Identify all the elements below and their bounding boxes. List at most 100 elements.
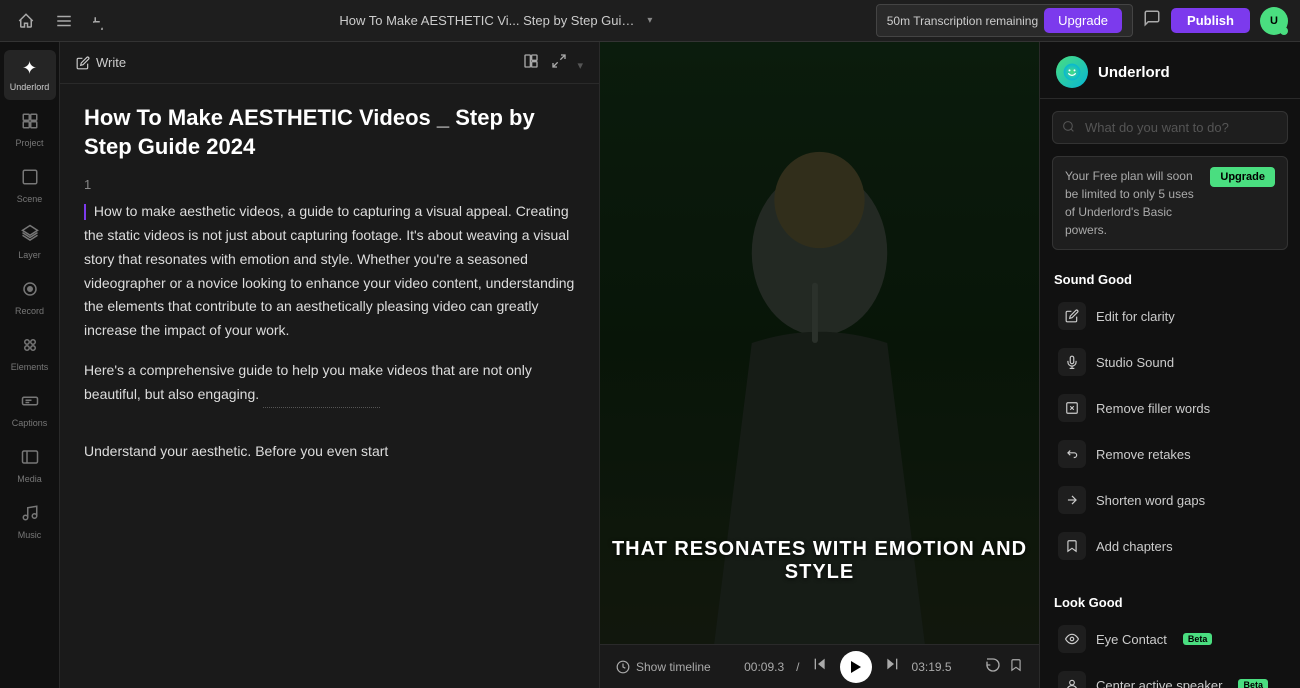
feature-add-chapters[interactable]: Add chapters [1044,523,1296,569]
sidebar-item-elements[interactable]: Elements [4,328,56,380]
transcription-badge: 50m Transcription remaining Upgrade [876,4,1133,37]
feature-eye-contact[interactable]: Eye Contact Beta [1044,616,1296,662]
undo-button[interactable] [88,7,116,35]
topbar-left [12,7,116,35]
search-input[interactable] [1052,111,1288,144]
sidebar-item-label: Record [15,306,44,316]
add-chapters-label: Add chapters [1096,539,1173,554]
notification-button[interactable] [1143,9,1161,32]
sidebar-item-label: Captions [12,418,48,428]
underlord-title: Underlord [1098,64,1170,81]
show-timeline-label: Show timeline [636,660,711,674]
search-box [1052,111,1288,144]
sidebar-item-label: Underlord [10,82,50,92]
sidebar-item-underlord[interactable]: ✦ Underlord [4,50,56,100]
topbar: How To Make AESTHETIC Vi... Step by Step… [0,0,1300,42]
show-timeline-button[interactable]: Show timeline [616,660,711,674]
expand-icon[interactable] [547,49,571,76]
scene-icon [21,168,39,191]
center-speaker-icon [1058,671,1086,688]
feature-shorten-gaps[interactable]: Shorten word gaps [1044,477,1296,523]
write-label: Write [96,55,126,70]
chevron-icon: ▾ [577,60,583,72]
video-area: THAT RESONATES WITH EMOTION AND STYLE [600,42,1039,644]
upgrade-notice-button[interactable]: Upgrade [1210,167,1275,187]
sidebar-item-layer[interactable]: Layer [4,216,56,268]
video-player-controls: Show timeline 00:09.3 / 03:19.5 [600,644,1039,688]
sidebar-item-label: Layer [18,250,41,260]
player-right [985,657,1023,676]
edit-clarity-label: Edit for clarity [1096,309,1175,324]
script-toolbar-right: ▾ [519,49,583,76]
upgrade-button[interactable]: Upgrade [1044,8,1122,33]
elements-icon [21,336,39,359]
skip-forward-button[interactable] [884,656,900,677]
layout-toggle[interactable] [519,49,543,76]
rewind-icon-button[interactable] [985,657,1001,676]
project-title: How To Make AESTHETIC Vi... Step by Step… [339,13,639,28]
upgrade-notice-text: Your Free plan will soon be limited to o… [1065,167,1202,239]
script-paragraph-3: Understand your aesthetic. Before you ev… [84,440,575,464]
section-number: 1 [84,177,575,192]
project-icon [21,112,39,135]
home-button[interactable] [12,7,40,35]
upgrade-notice: Your Free plan will soon be limited to o… [1052,156,1288,250]
script-panel: Write ▾ How To Make AESTHETIC Videos _ S… [60,42,600,688]
look-good-title: Look Good [1040,585,1300,616]
sidebar-item-music[interactable]: Music [4,496,56,548]
shorten-gaps-icon [1058,486,1086,514]
main-content: ✦ Underlord Project Scene Layer Record [0,42,1300,688]
center-speaker-beta-badge: Beta [1238,679,1268,688]
skip-back-button[interactable] [812,656,828,677]
sidebar-item-label: Project [15,138,43,148]
feature-edit-clarity[interactable]: Edit for clarity [1044,293,1296,339]
sidebar-item-media[interactable]: Media [4,440,56,492]
shorten-gaps-label: Shorten word gaps [1096,493,1205,508]
text-cursor [84,204,86,220]
avatar: U [1260,7,1288,35]
script-content: How To Make AESTHETIC Videos _ Step by S… [60,84,599,688]
write-button[interactable]: Write [76,55,126,70]
script-toolbar: Write ▾ [60,42,599,84]
feature-remove-retakes[interactable]: Remove retakes [1044,431,1296,477]
time-total: 03:19.5 [912,660,952,674]
right-sidebar: Underlord Your Free plan will soon be li… [1040,42,1300,688]
time-current: 00:09.3 [744,660,784,674]
feature-center-speaker[interactable]: Center active speaker Beta [1044,662,1296,688]
studio-sound-label: Studio Sound [1096,355,1174,370]
script-toolbar-left: Write [76,55,126,70]
sidebar-item-label: Music [18,530,42,540]
topbar-right: 50m Transcription remaining Upgrade Publ… [876,4,1288,37]
dotted-line [263,383,380,408]
feature-remove-filler[interactable]: Remove filler words [1044,385,1296,431]
eye-contact-label: Eye Contact [1096,632,1167,647]
topbar-center: How To Make AESTHETIC Vi... Step by Step… [339,13,652,28]
sidebar-item-captions[interactable]: Captions [4,384,56,436]
sidebar-item-project[interactable]: Project [4,104,56,156]
publish-button[interactable]: Publish [1171,8,1250,33]
left-sidebar: ✦ Underlord Project Scene Layer Record [0,42,60,688]
remove-filler-label: Remove filler words [1096,401,1210,416]
video-panel: THAT RESONATES WITH EMOTION AND STYLE Sh… [600,42,1040,688]
layer-icon [21,224,39,247]
online-indicator [1280,27,1288,35]
underlord-avatar [1056,56,1088,88]
remove-retakes-label: Remove retakes [1096,447,1191,462]
search-icon [1062,120,1075,136]
sidebar-item-scene[interactable]: Scene [4,160,56,212]
transcription-text: 50m Transcription remaining [887,14,1038,28]
play-button[interactable] [840,651,872,683]
menu-button[interactable] [50,7,78,35]
paragraph-3-text: Understand your aesthetic. Before you ev… [84,443,388,459]
captions-icon [21,392,39,415]
bookmark-button[interactable] [1009,657,1023,676]
sidebar-item-record[interactable]: Record [4,272,56,324]
script-paragraph-2: Here's a comprehensive guide to help you… [84,359,575,424]
center-speaker-label: Center active speaker [1096,678,1222,688]
feature-studio-sound[interactable]: Studio Sound [1044,339,1296,385]
paragraph-1-text: How to make aesthetic videos, a guide to… [84,203,574,338]
record-icon [21,280,39,303]
add-chapters-icon [1058,532,1086,560]
sidebar-item-label: Media [17,474,42,484]
sound-good-title: Sound Good [1040,262,1300,293]
